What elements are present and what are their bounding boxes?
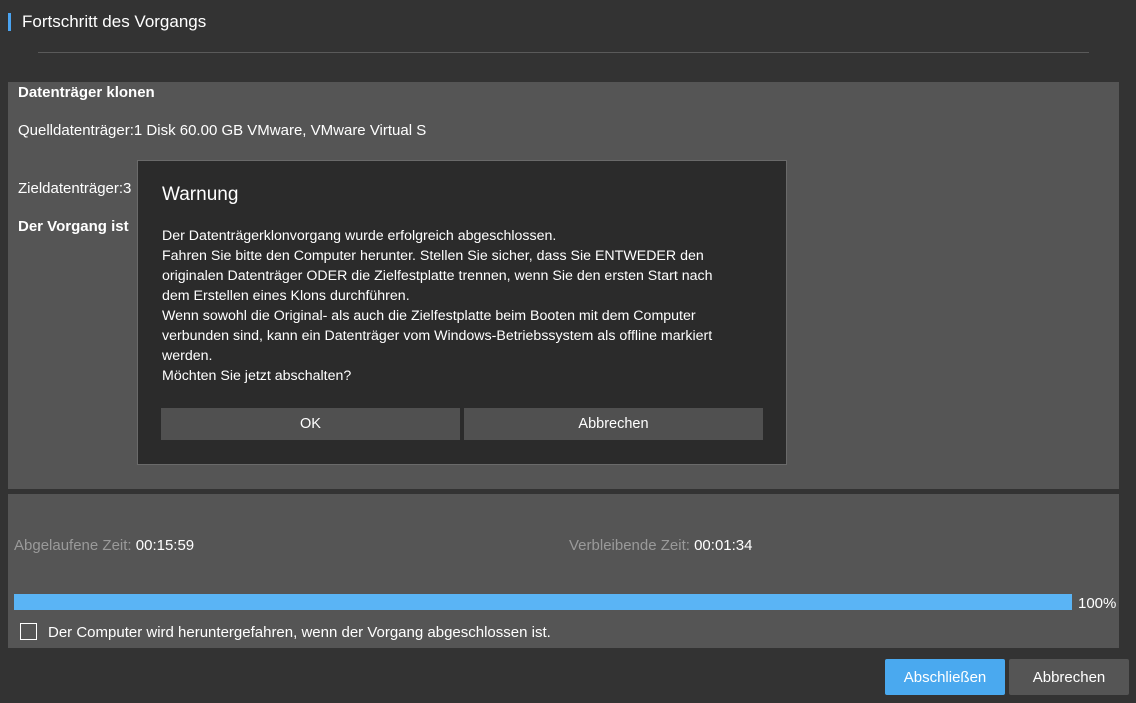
operation-title: Datenträger klonen xyxy=(18,84,155,101)
dialog-message-line: Möchten Sie jetzt abschalten? xyxy=(162,368,352,384)
dialog-message-line: Wenn sowohl die Original- als auch die Z… xyxy=(162,308,696,324)
dialog-message-line: originalen Datenträger ODER die Zielfest… xyxy=(162,268,713,284)
dialog-cancel-button[interactable]: Abbrechen xyxy=(464,408,763,440)
warning-dialog: Warnung Der Datenträgerklonvorgang wurde… xyxy=(137,160,787,465)
shutdown-checkbox[interactable] xyxy=(20,623,37,640)
shutdown-checkbox-label[interactable]: Der Computer wird heruntergefahren, wenn… xyxy=(48,624,551,641)
dialog-message-line: Fahren Sie bitte den Computer herunter. … xyxy=(162,248,704,264)
dialog-title: Warnung xyxy=(162,184,239,205)
progress-bar xyxy=(14,594,1072,610)
operation-status-label: Der Vorgang ist xyxy=(18,218,129,235)
header-accent-bar xyxy=(8,13,11,31)
remaining-time-value: 00:01:34 xyxy=(694,537,753,554)
source-disk-label: Quelldatenträger:1 Disk 60.00 GB VMware,… xyxy=(18,122,427,139)
page-title: Fortschritt des Vorgangs xyxy=(22,12,207,31)
header-divider xyxy=(38,52,1089,53)
elapsed-time-label: Abgelaufene Zeit: xyxy=(14,537,132,554)
dialog-ok-button[interactable]: OK xyxy=(161,408,460,440)
progress-window: Fortschritt des Vorgangs Datenträger klo… xyxy=(0,0,1136,703)
dialog-message-line: Der Datenträgerklonvorgang wurde erfolgr… xyxy=(162,228,557,244)
target-disk-label: Zieldatenträger:3 xyxy=(18,180,132,197)
progress-bar-fill xyxy=(14,594,1072,610)
dialog-message-line: dem Erstellen eines Klons durchführen. xyxy=(162,288,410,304)
remaining-time: Verbleibende Zeit: 00:01:34 xyxy=(569,537,752,554)
finish-button[interactable]: Abschließen xyxy=(885,659,1005,695)
progress-panel: Abgelaufene Zeit: 00:15:59 Verbleibende … xyxy=(8,494,1119,648)
dialog-message: Der Datenträgerklonvorgang wurde erfolgr… xyxy=(162,226,767,386)
remaining-time-label: Verbleibende Zeit: xyxy=(569,537,690,554)
dialog-message-line: verbunden sind, kann ein Datenträger vom… xyxy=(162,328,713,344)
progress-percent: 100% xyxy=(1078,595,1117,612)
elapsed-time-value: 00:15:59 xyxy=(135,537,195,554)
dialog-message-line: werden. xyxy=(162,348,213,364)
cancel-button[interactable]: Abbrechen xyxy=(1009,659,1129,695)
elapsed-time: Abgelaufene Zeit: 00:15:59 xyxy=(14,537,194,554)
